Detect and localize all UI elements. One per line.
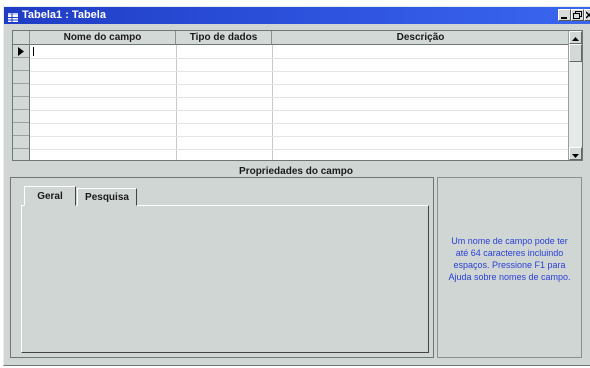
column-header-description[interactable]: Descrição: [272, 31, 570, 45]
field-properties-panel: Pesquisa Geral: [10, 177, 434, 358]
row-selector[interactable]: [13, 110, 29, 123]
row-selector[interactable]: [13, 136, 29, 149]
row-selector-column: [13, 45, 30, 160]
row-selector[interactable]: [13, 71, 29, 84]
scroll-down-button[interactable]: [569, 147, 582, 160]
minimize-button[interactable]: [558, 9, 571, 21]
close-button[interactable]: [584, 9, 590, 21]
row-selector[interactable]: [13, 97, 29, 110]
text-cursor: [33, 47, 34, 56]
scroll-up-button[interactable]: [569, 31, 582, 44]
row-divider: [30, 71, 568, 72]
row-selector[interactable]: [13, 84, 29, 97]
restore-icon: [573, 11, 582, 19]
title-bar[interactable]: Tabela1 : Tabela: [4, 7, 590, 24]
tab-lookup[interactable]: Pesquisa: [77, 188, 137, 206]
row-selector[interactable]: [13, 45, 29, 58]
arrow-down-icon: [572, 154, 579, 158]
window-title: Tabela1 : Tabela: [22, 9, 106, 21]
column-header-data-type[interactable]: Tipo de dados: [176, 31, 272, 45]
table-icon: [8, 11, 18, 22]
tab-general[interactable]: Geral: [24, 186, 76, 206]
row-divider: [30, 58, 568, 59]
row-divider: [30, 123, 568, 124]
row-divider: [30, 136, 568, 137]
column-header-field-name[interactable]: Nome do campo: [30, 31, 176, 45]
select-all-corner[interactable]: [13, 31, 30, 45]
field-name-cell-active[interactable]: [31, 45, 175, 58]
current-row-triangle-icon: [18, 47, 24, 56]
minimize-icon: [561, 17, 567, 19]
row-divider: [30, 110, 568, 111]
row-divider: [30, 149, 568, 150]
close-icon: [586, 11, 590, 19]
table-design-window: Tabela1 : Tabela Nome do campo Tipo de d…: [3, 6, 590, 366]
column-divider: [176, 45, 177, 160]
field-grid[interactable]: Nome do campo Tipo de dados Descrição: [12, 30, 583, 161]
tab-page-general: [21, 205, 429, 353]
vertical-scrollbar[interactable]: [568, 31, 582, 160]
field-properties-title: Propriedades do campo: [239, 166, 353, 177]
column-divider: [272, 45, 273, 160]
row-divider: [30, 84, 568, 85]
restore-button[interactable]: [571, 9, 584, 21]
scroll-thumb[interactable]: [569, 44, 582, 62]
row-divider: [30, 97, 568, 98]
help-panel: Um nome de campo pode ter até 64 caracte…: [437, 177, 582, 358]
row-selector[interactable]: [13, 149, 29, 160]
row-selector[interactable]: [13, 58, 29, 71]
help-text: Um nome de campo pode ter até 64 caracte…: [448, 236, 571, 282]
row-selector[interactable]: [13, 123, 29, 136]
